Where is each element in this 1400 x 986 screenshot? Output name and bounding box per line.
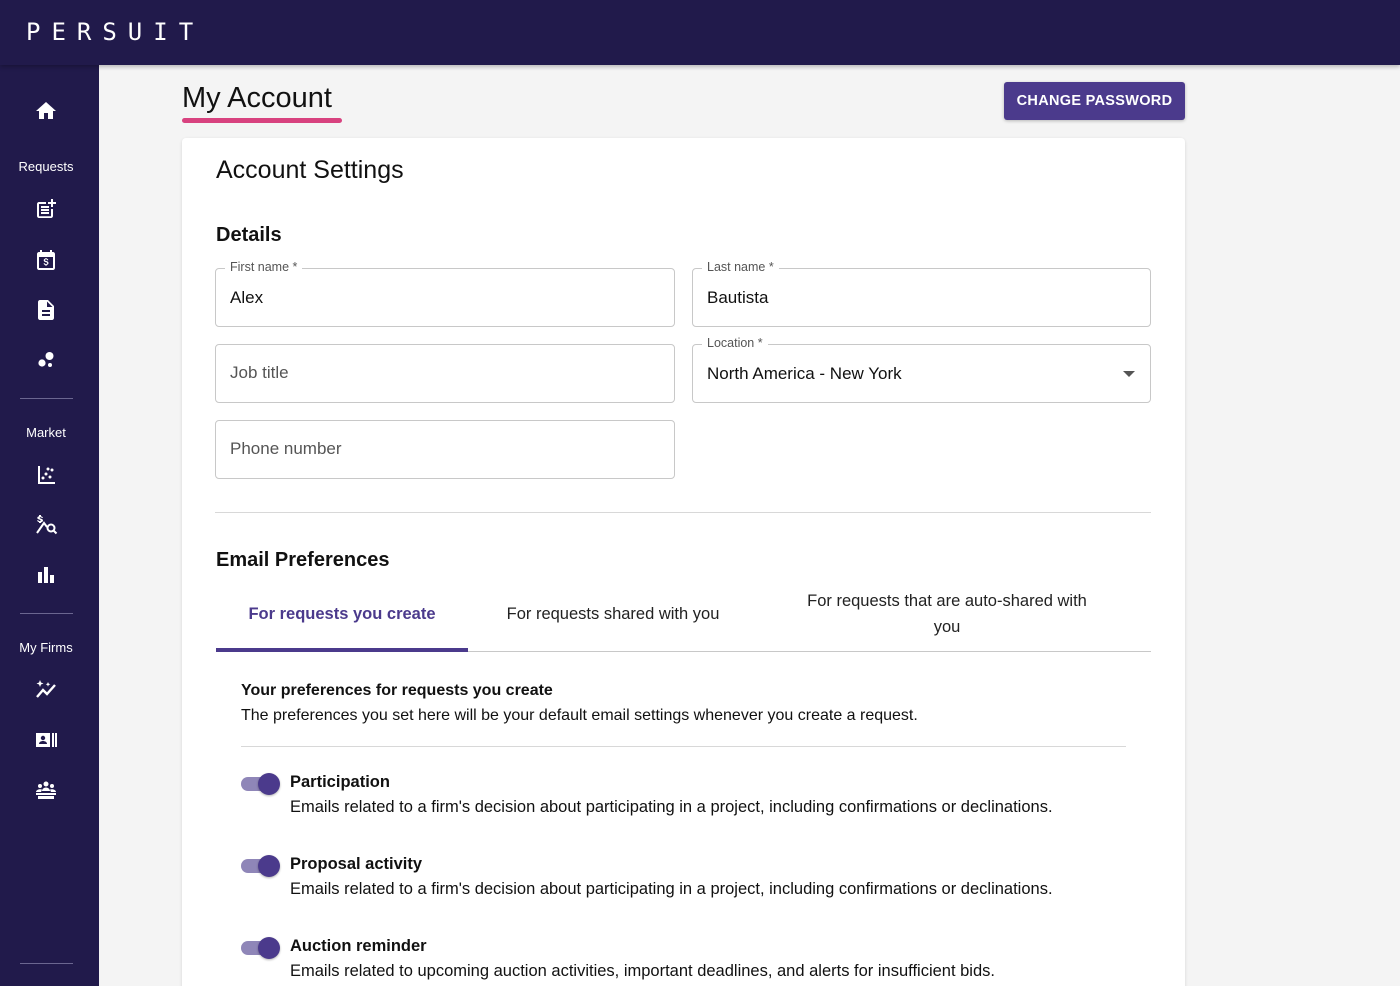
- auction-reminder-description: Emails related to upcoming auction activ…: [290, 962, 995, 980]
- location-value[interactable]: North America - New York: [707, 364, 902, 384]
- last-name-value[interactable]: Bautista: [707, 288, 768, 308]
- participation-title: Participation: [290, 773, 390, 791]
- post-add-icon[interactable]: [34, 197, 58, 221]
- tab-auto-shared-line2: you: [933, 618, 961, 636]
- sidebar-divider: [20, 398, 73, 399]
- persuit-logo[interactable]: PERSUIT: [26, 18, 204, 46]
- sidebar-section-market: Market: [26, 425, 66, 440]
- bubbles-icon[interactable]: [34, 348, 58, 372]
- participation-description: Emails related to a firm's decision abou…: [290, 798, 1053, 816]
- calendar-dollar-icon[interactable]: [34, 248, 58, 272]
- preferences-heading: Your preferences for requests you create: [241, 682, 553, 699]
- toggle-knob: [258, 773, 280, 795]
- preferences-description: The preferences you set here will be you…: [241, 707, 918, 724]
- tab-requests-auto-shared[interactable]: For requests that are auto-shared with y…: [782, 588, 1112, 640]
- bar-chart-icon[interactable]: [34, 563, 58, 587]
- account-settings-card: Account Settings Details First name * Al…: [182, 138, 1185, 986]
- job-title-field[interactable]: Job title: [215, 344, 675, 403]
- page-title: My Account: [182, 82, 332, 114]
- preferences-divider: [241, 746, 1126, 747]
- first-name-label: First name *: [225, 260, 303, 274]
- last-name-field[interactable]: Last name * Bautista: [692, 260, 1151, 327]
- proposal-activity-title: Proposal activity: [290, 855, 423, 873]
- phone-number-placeholder[interactable]: Phone number: [230, 439, 342, 459]
- account-settings-heading: Account Settings: [216, 156, 404, 184]
- phone-number-field[interactable]: Phone number: [215, 420, 675, 479]
- auction-reminder-toggle[interactable]: [241, 936, 281, 960]
- details-heading: Details: [216, 224, 282, 246]
- sidebar-divider: [20, 613, 73, 614]
- home-icon[interactable]: [34, 99, 58, 123]
- toggle-knob: [258, 937, 280, 959]
- location-select[interactable]: Location * North America - New York: [692, 336, 1151, 403]
- last-name-label: Last name *: [702, 260, 779, 274]
- first-name-field[interactable]: First name * Alex: [215, 260, 675, 327]
- sparkle-trend-icon[interactable]: [34, 678, 58, 702]
- sidebar-divider: [20, 963, 73, 964]
- change-password-button[interactable]: CHANGE PASSWORD: [1004, 82, 1185, 120]
- money-search-icon[interactable]: [34, 513, 58, 537]
- sidebar: Requests Market My Firms: [0, 65, 99, 986]
- proposal-activity-toggle[interactable]: [241, 854, 281, 878]
- job-title-placeholder[interactable]: Job title: [230, 363, 289, 383]
- contact-card-icon[interactable]: [34, 728, 58, 752]
- tab-auto-shared-line1: For requests that are auto-shared with: [807, 592, 1087, 610]
- first-name-value[interactable]: Alex: [230, 288, 263, 308]
- sidebar-section-my-firms: My Firms: [19, 640, 73, 655]
- scatter-chart-icon[interactable]: [34, 463, 58, 487]
- location-label: Location *: [702, 336, 768, 350]
- section-divider: [215, 512, 1151, 513]
- title-underline: [182, 118, 342, 123]
- sidebar-section-requests: Requests: [18, 159, 74, 174]
- participation-toggle[interactable]: [241, 772, 281, 796]
- auction-reminder-title: Auction reminder: [290, 937, 427, 955]
- dropdown-caret-icon[interactable]: [1123, 371, 1135, 377]
- top-bar: PERSUIT: [0, 0, 1400, 65]
- group-icon[interactable]: [34, 778, 58, 802]
- email-preferences-heading: Email Preferences: [216, 549, 390, 571]
- tab-requests-you-create[interactable]: For requests you create: [216, 601, 468, 627]
- toggle-knob: [258, 855, 280, 877]
- proposal-activity-description: Emails related to a firm's decision abou…: [290, 880, 1053, 898]
- tab-requests-shared-with-you[interactable]: For requests shared with you: [468, 601, 758, 627]
- document-icon[interactable]: [34, 298, 58, 322]
- active-tab-indicator: [216, 648, 468, 652]
